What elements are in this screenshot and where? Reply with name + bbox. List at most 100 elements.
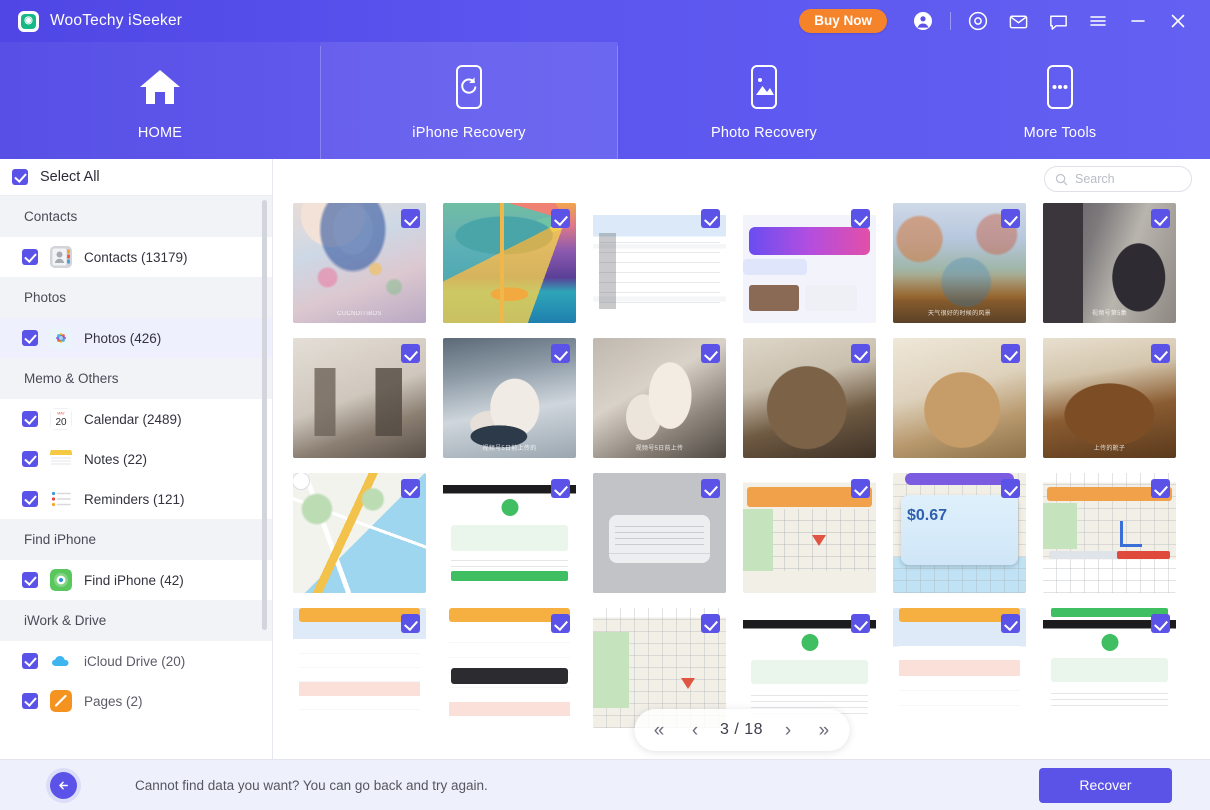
menu-icon[interactable] [1078, 0, 1118, 42]
gallery-item[interactable] [743, 203, 878, 323]
thumbnail-checkbox[interactable] [551, 209, 570, 228]
thumbnail-checkbox[interactable] [701, 209, 720, 228]
icloud-drive-checkbox[interactable] [22, 653, 38, 669]
thumbnail-image[interactable]: $0.67 [893, 473, 1026, 593]
thumbnail-image[interactable]: 天气很好的时候的风景 [893, 203, 1026, 323]
gallery-item[interactable] [443, 473, 578, 593]
gallery-item[interactable] [893, 338, 1028, 458]
gallery-item[interactable]: 视频号5日前上传 [593, 338, 728, 458]
account-icon[interactable] [903, 0, 943, 42]
sidebar-item-find-iphone[interactable]: Find iPhone (42) [0, 560, 272, 600]
thumbnail-checkbox[interactable] [701, 344, 720, 363]
thumbnail-checkbox[interactable] [401, 344, 420, 363]
sidebar-item-calendar[interactable]: MAY 20 Calendar (2489) [0, 399, 272, 439]
thumbnail-image[interactable]: 上传的靴子 [1043, 338, 1176, 458]
thumbnail-image[interactable] [293, 473, 426, 593]
thumbnail-checkbox[interactable] [1151, 209, 1170, 228]
thumbnail-image[interactable] [1043, 608, 1176, 728]
thumbnail-image[interactable] [1043, 473, 1176, 593]
thumbnail-checkbox[interactable] [851, 209, 870, 228]
gallery-item[interactable] [443, 608, 578, 728]
select-all-row[interactable]: Select All [0, 159, 272, 196]
thumbnail-image[interactable]: 视频号第5集 [1043, 203, 1176, 323]
gallery-item[interactable]: $0.67 [893, 473, 1028, 593]
thumbnail-checkbox[interactable] [851, 614, 870, 633]
sidebar-item-photos[interactable]: Photos (426) [0, 318, 272, 358]
thumbnail-image[interactable] [593, 473, 726, 593]
calendar-checkbox[interactable] [22, 411, 38, 427]
sidebar-item-notes[interactable]: Notes (22) [0, 439, 272, 479]
gallery-item[interactable]: 视频号第5集 [1043, 203, 1178, 323]
thumbnail-image[interactable] [593, 203, 726, 323]
thumbnail-checkbox[interactable] [1001, 344, 1020, 363]
nav-tab-more-tools[interactable]: More Tools [910, 42, 1210, 159]
sidebar-item-icloud-drive[interactable]: iCloud Drive (20) [0, 641, 272, 681]
thumbnail-checkbox[interactable] [1001, 614, 1020, 633]
back-arrow-icon[interactable] [50, 772, 77, 799]
thumbnail-checkbox[interactable] [1001, 209, 1020, 228]
gallery-item[interactable]: 天气很好的时候的风景 [893, 203, 1028, 323]
thumbnail-checkbox[interactable] [1001, 479, 1020, 498]
gallery-item[interactable] [893, 608, 1028, 728]
nav-tab-home[interactable]: HOME [0, 42, 320, 159]
thumbnail-checkbox[interactable] [1151, 614, 1170, 633]
pages-checkbox[interactable] [22, 693, 38, 709]
thumbnail-image[interactable] [443, 473, 576, 593]
thumbnail-image[interactable] [743, 203, 876, 323]
thumbnail-checkbox[interactable] [551, 614, 570, 633]
thumbnail-image[interactable] [443, 608, 576, 728]
pagination-prev-button[interactable]: ‹ [684, 721, 706, 740]
search-input[interactable]: Search [1075, 172, 1115, 186]
buy-now-button[interactable]: Buy Now [799, 9, 887, 34]
thumbnail-image[interactable] [293, 338, 426, 458]
target-icon[interactable] [958, 0, 998, 42]
select-all-checkbox[interactable] [12, 169, 28, 185]
gallery-item[interactable] [1043, 608, 1178, 728]
thumbnail-image[interactable]: 视频号5日前上传的 [443, 338, 576, 458]
nav-tab-photo-recovery[interactable]: Photo Recovery [618, 42, 910, 159]
gallery-item[interactable] [593, 203, 728, 323]
search-box[interactable]: Search [1044, 166, 1192, 192]
thumbnail-checkbox[interactable] [1151, 344, 1170, 363]
nav-tab-iphone-recovery[interactable]: iPhone Recovery [320, 42, 618, 159]
thumbnail-image[interactable] [893, 608, 1026, 728]
gallery-item[interactable] [443, 203, 578, 323]
thumbnail-image[interactable]: CUCNDITIBOS [293, 203, 426, 323]
find-iphone-checkbox[interactable] [22, 572, 38, 588]
thumbnail-checkbox[interactable] [551, 479, 570, 498]
thumbnail-checkbox[interactable] [401, 479, 420, 498]
thumbnail-checkbox[interactable] [1151, 479, 1170, 498]
sidebar-item-pages[interactable]: Pages (2) [0, 681, 272, 721]
gallery-item[interactable] [743, 473, 878, 593]
thumbnail-image[interactable] [743, 473, 876, 593]
gallery-item[interactable]: CUCNDITIBOS [293, 203, 428, 323]
pagination-next-button[interactable]: › [777, 721, 799, 740]
sidebar-scrollbar[interactable] [262, 200, 267, 630]
gallery-item[interactable] [293, 338, 428, 458]
photos-checkbox[interactable] [22, 330, 38, 346]
close-icon[interactable] [1158, 0, 1198, 42]
gallery-item[interactable]: 视频号5日前上传的 [443, 338, 578, 458]
gallery-item[interactable] [1043, 473, 1178, 593]
thumbnail-checkbox[interactable] [851, 344, 870, 363]
feedback-icon[interactable] [1038, 0, 1078, 42]
mail-icon[interactable] [998, 0, 1038, 42]
reminders-checkbox[interactable] [22, 491, 38, 507]
gallery-item[interactable] [293, 473, 428, 593]
thumbnail-checkbox[interactable] [851, 479, 870, 498]
sidebar-item-contacts[interactable]: Contacts (13179) [0, 237, 272, 277]
gallery-item[interactable] [593, 473, 728, 593]
thumbnail-image[interactable]: 视频号5日前上传 [593, 338, 726, 458]
pagination-first-button[interactable]: « [648, 721, 670, 740]
thumbnail-image[interactable] [293, 608, 426, 728]
thumbnail-checkbox[interactable] [701, 614, 720, 633]
minimize-icon[interactable] [1118, 0, 1158, 42]
thumbnail-checkbox[interactable] [401, 209, 420, 228]
thumbnail-image[interactable] [443, 203, 576, 323]
sidebar-item-reminders[interactable]: Reminders (121) [0, 479, 272, 519]
thumbnail-image[interactable] [743, 338, 876, 458]
gallery-item[interactable]: 上传的靴子 [1043, 338, 1178, 458]
recover-button[interactable]: Recover [1039, 768, 1172, 803]
pagination-last-button[interactable]: » [813, 721, 835, 740]
contacts-checkbox[interactable] [22, 249, 38, 265]
